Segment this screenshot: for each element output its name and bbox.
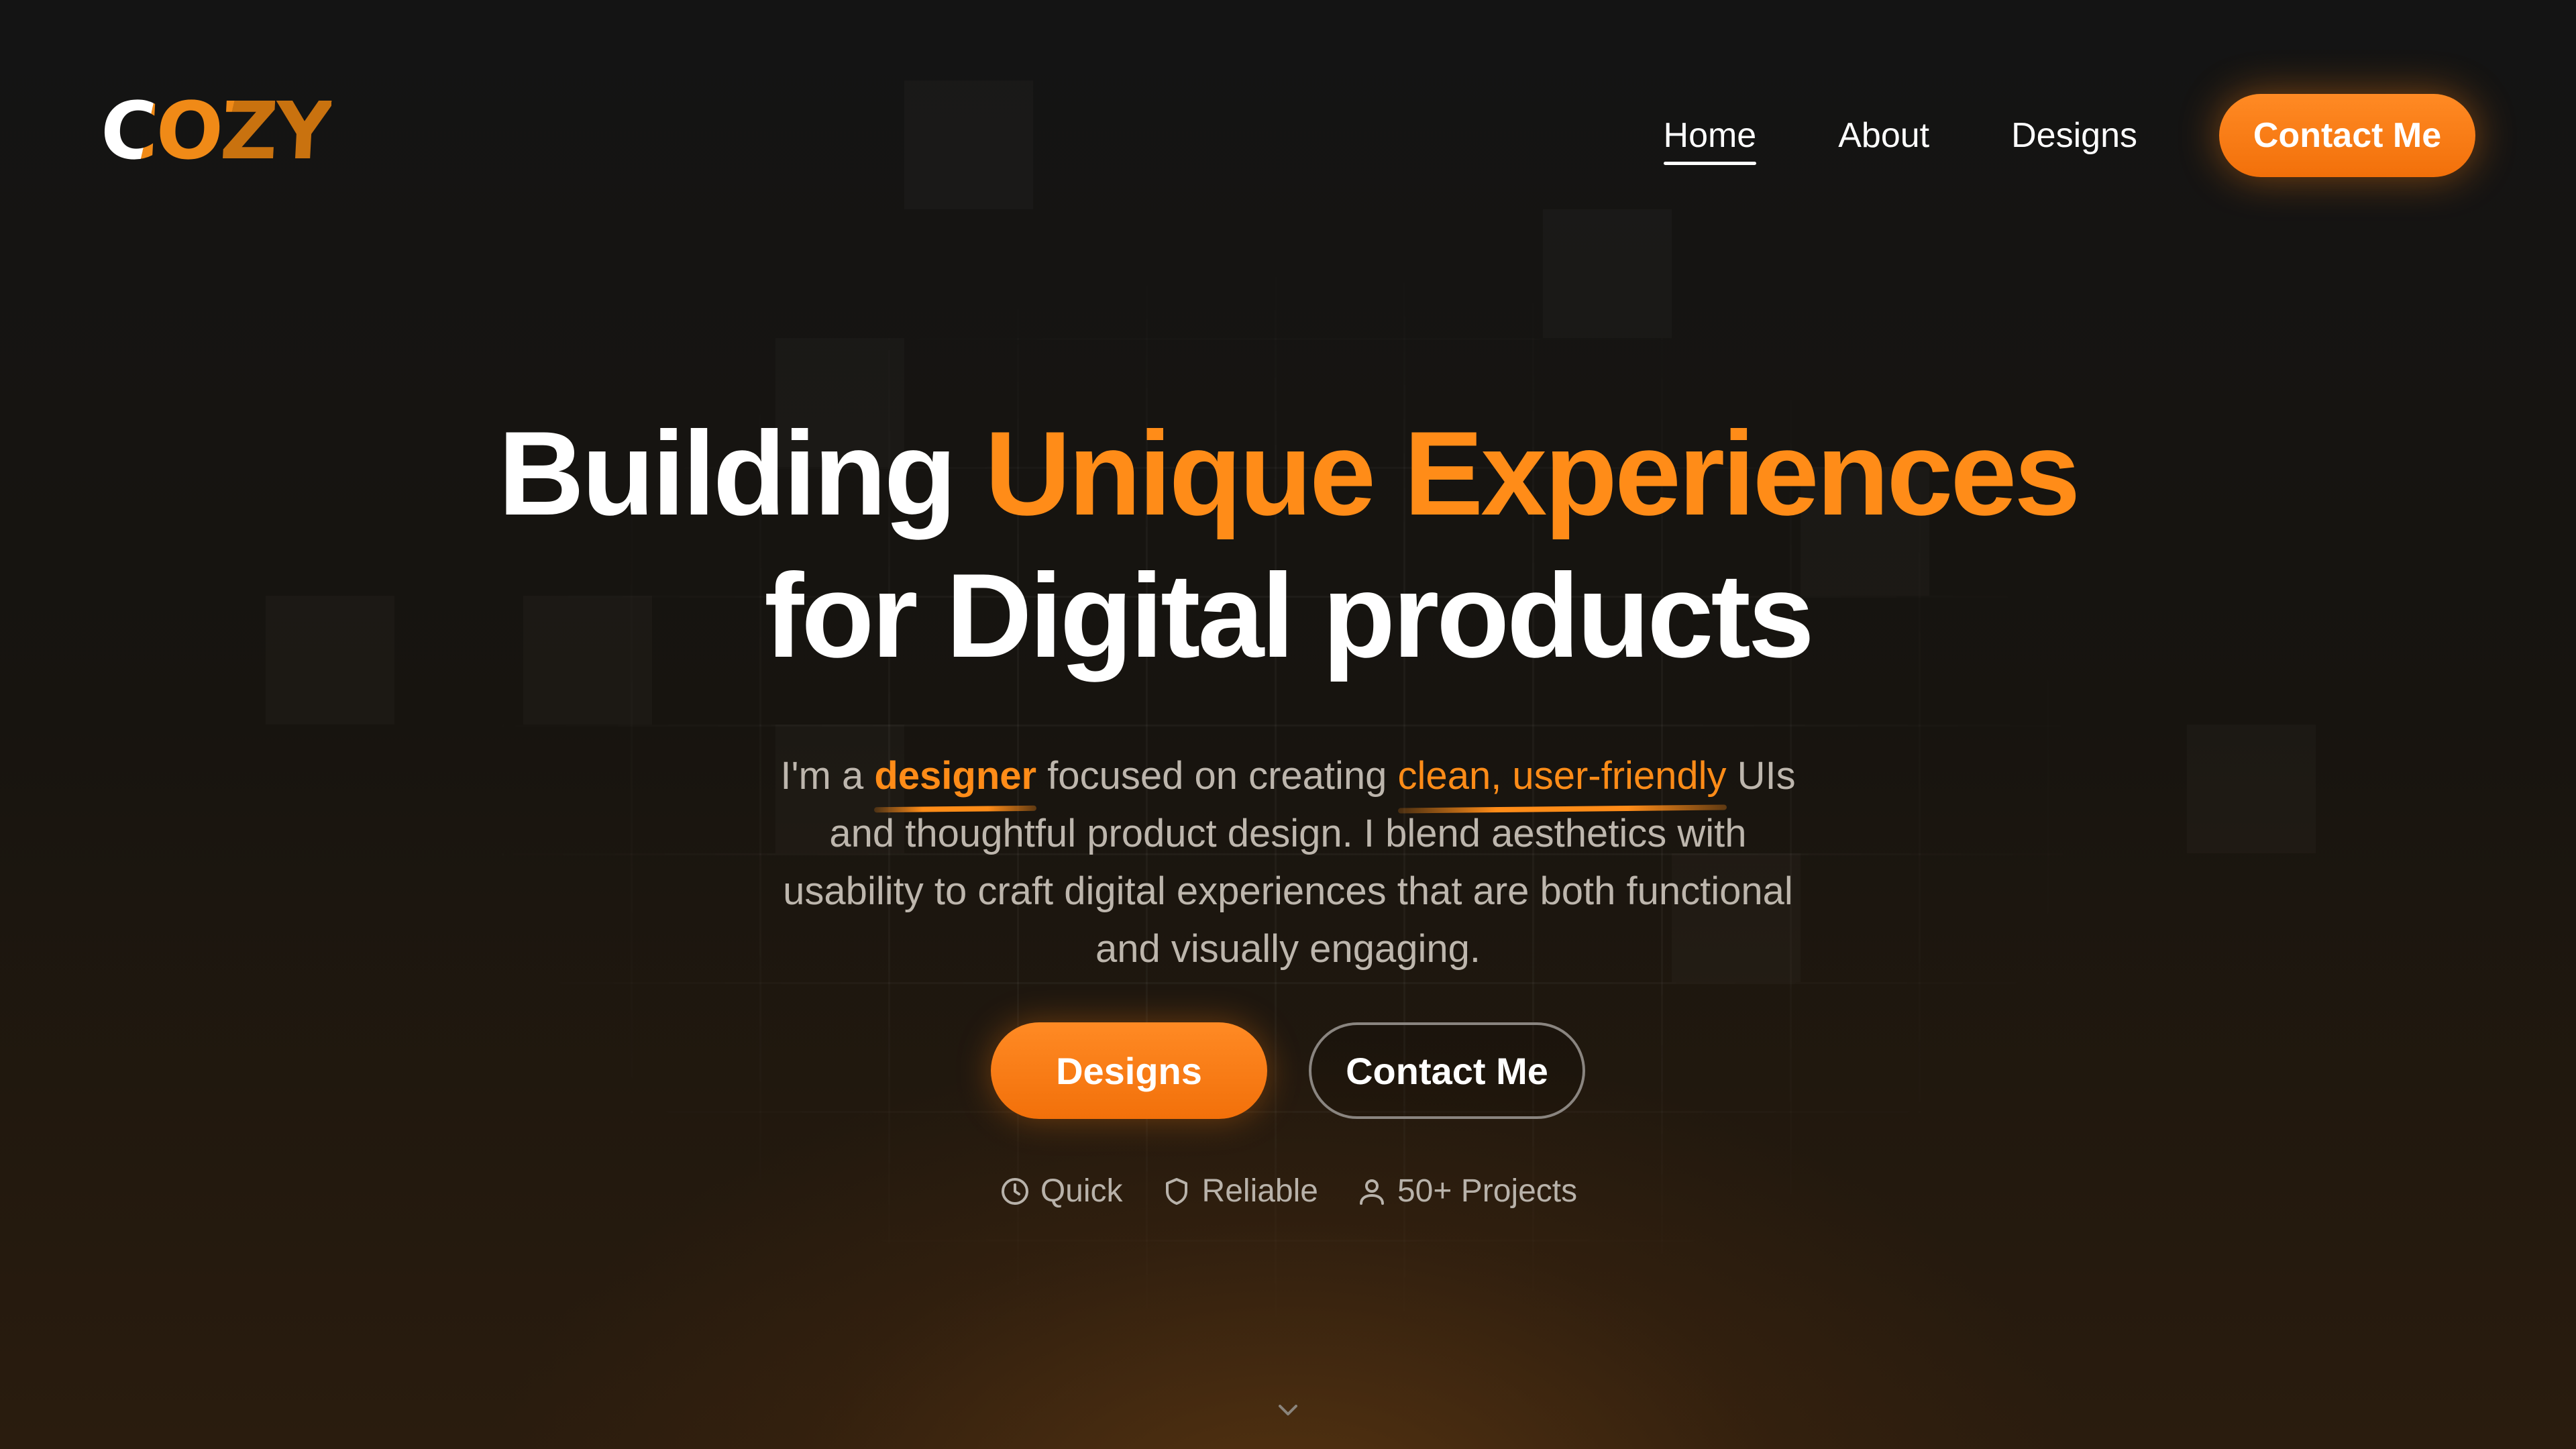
nav-contact-button[interactable]: Contact Me <box>2219 94 2475 177</box>
logo[interactable]: COZY COZY <box>98 85 356 188</box>
nav-link-about[interactable]: About <box>1838 115 1929 156</box>
hero-section: Building Unique Experiences for Digital … <box>0 402 2576 978</box>
description-text: focused on creating <box>1036 754 1398 798</box>
clock-icon <box>1001 1177 1028 1205</box>
headline-line2: for Digital products <box>764 549 1815 682</box>
contact-me-button[interactable]: Contact Me <box>1309 1022 1585 1119</box>
feature-list: Quick Reliable 50+ Projects <box>0 1173 2576 1210</box>
hero-cta-group: Designs Contact Me <box>0 1022 2576 1119</box>
nav-link-home[interactable]: Home <box>1663 115 1756 165</box>
feature-label: Quick <box>1040 1173 1123 1209</box>
user-icon <box>1359 1179 1384 1205</box>
feature-label: Reliable <box>1201 1173 1318 1209</box>
highlight-designer: designer <box>874 747 1036 805</box>
headline-accent: Unique Experiences <box>984 407 2081 540</box>
description-text: I'm a <box>780 754 875 798</box>
nav-links: Home About Designs Contact Me <box>1663 94 2475 177</box>
designs-button[interactable]: Designs <box>991 1022 1267 1119</box>
feature-reliable: Reliable <box>1161 1173 1318 1210</box>
feature-label: 50+ Projects <box>1397 1173 1578 1209</box>
highlight-clean-user-friendly: clean, user-friendly <box>1398 747 1727 805</box>
feature-quick: Quick <box>999 1173 1123 1210</box>
chevron-down-icon[interactable] <box>1275 1401 1301 1419</box>
hero-description: I'm a designer focused on creating clean… <box>765 747 1811 978</box>
feature-projects: 50+ Projects <box>1356 1173 1577 1210</box>
shield-icon <box>1165 1177 1187 1205</box>
nav-link-designs[interactable]: Designs <box>2011 115 2137 156</box>
headline-part1: Building <box>498 407 985 540</box>
top-navigation: COZY COZY Home About Designs Contact Me <box>0 0 2576 268</box>
hero-headline: Building Unique Experiences for Digital … <box>0 402 2576 687</box>
logo-text: COZY <box>98 85 333 177</box>
